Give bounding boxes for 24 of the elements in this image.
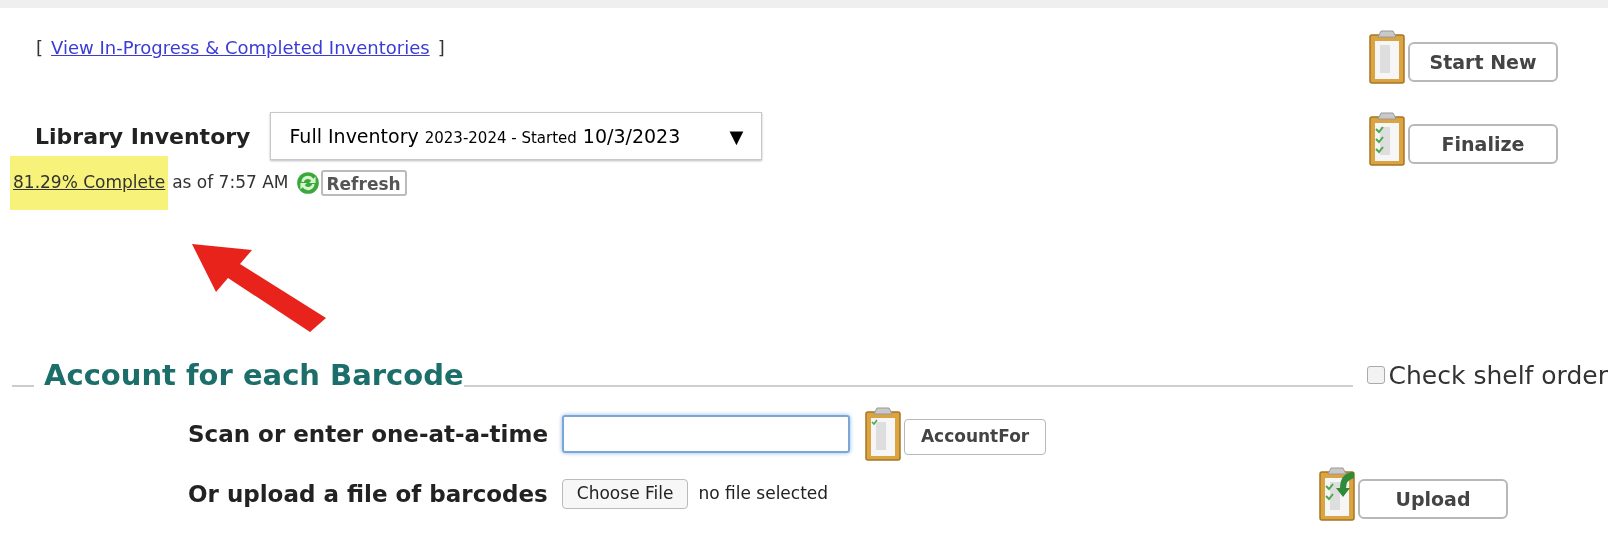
finalize-button[interactable]: Finalize [1408,124,1558,164]
inventory-label: Library Inventory [35,122,251,151]
refresh-button[interactable]: Refresh [320,169,407,196]
inventory-select[interactable]: Full Inventory 2023-2024 - Started 10/3/2023 ▼ [270,112,763,160]
start-new-button[interactable]: Start New [1408,42,1558,82]
bracket: [ [36,36,44,60]
percent-complete-link[interactable]: 81.29% Complete [13,172,166,192]
file-status: no file selected [698,482,829,506]
bracket: ] [437,36,445,60]
choose-file-button[interactable]: Choose File [561,479,689,509]
clipboard-icon [1368,110,1408,168]
checkbox-label: Check shelf order [1388,359,1608,392]
upload-label: Or upload a file of barcodes [188,479,548,509]
refresh-icon [294,169,321,196]
barcode-input[interactable] [562,415,851,453]
account-for-button[interactable]: AccountFor [904,419,1047,455]
clipboard-icon [1368,28,1408,86]
scan-label: Scan or enter one-at-a-time [188,419,549,449]
upload-button[interactable]: Upload [1358,479,1508,519]
section-title: Account for each Barcode [44,356,464,394]
inventories-link[interactable]: View In-Progress & Completed Inventories [51,34,430,61]
shelf-order-checkbox[interactable] [1366,366,1385,385]
clipboard-icon [1318,465,1358,523]
as-of-time: as of 7:57 AM [172,171,289,194]
